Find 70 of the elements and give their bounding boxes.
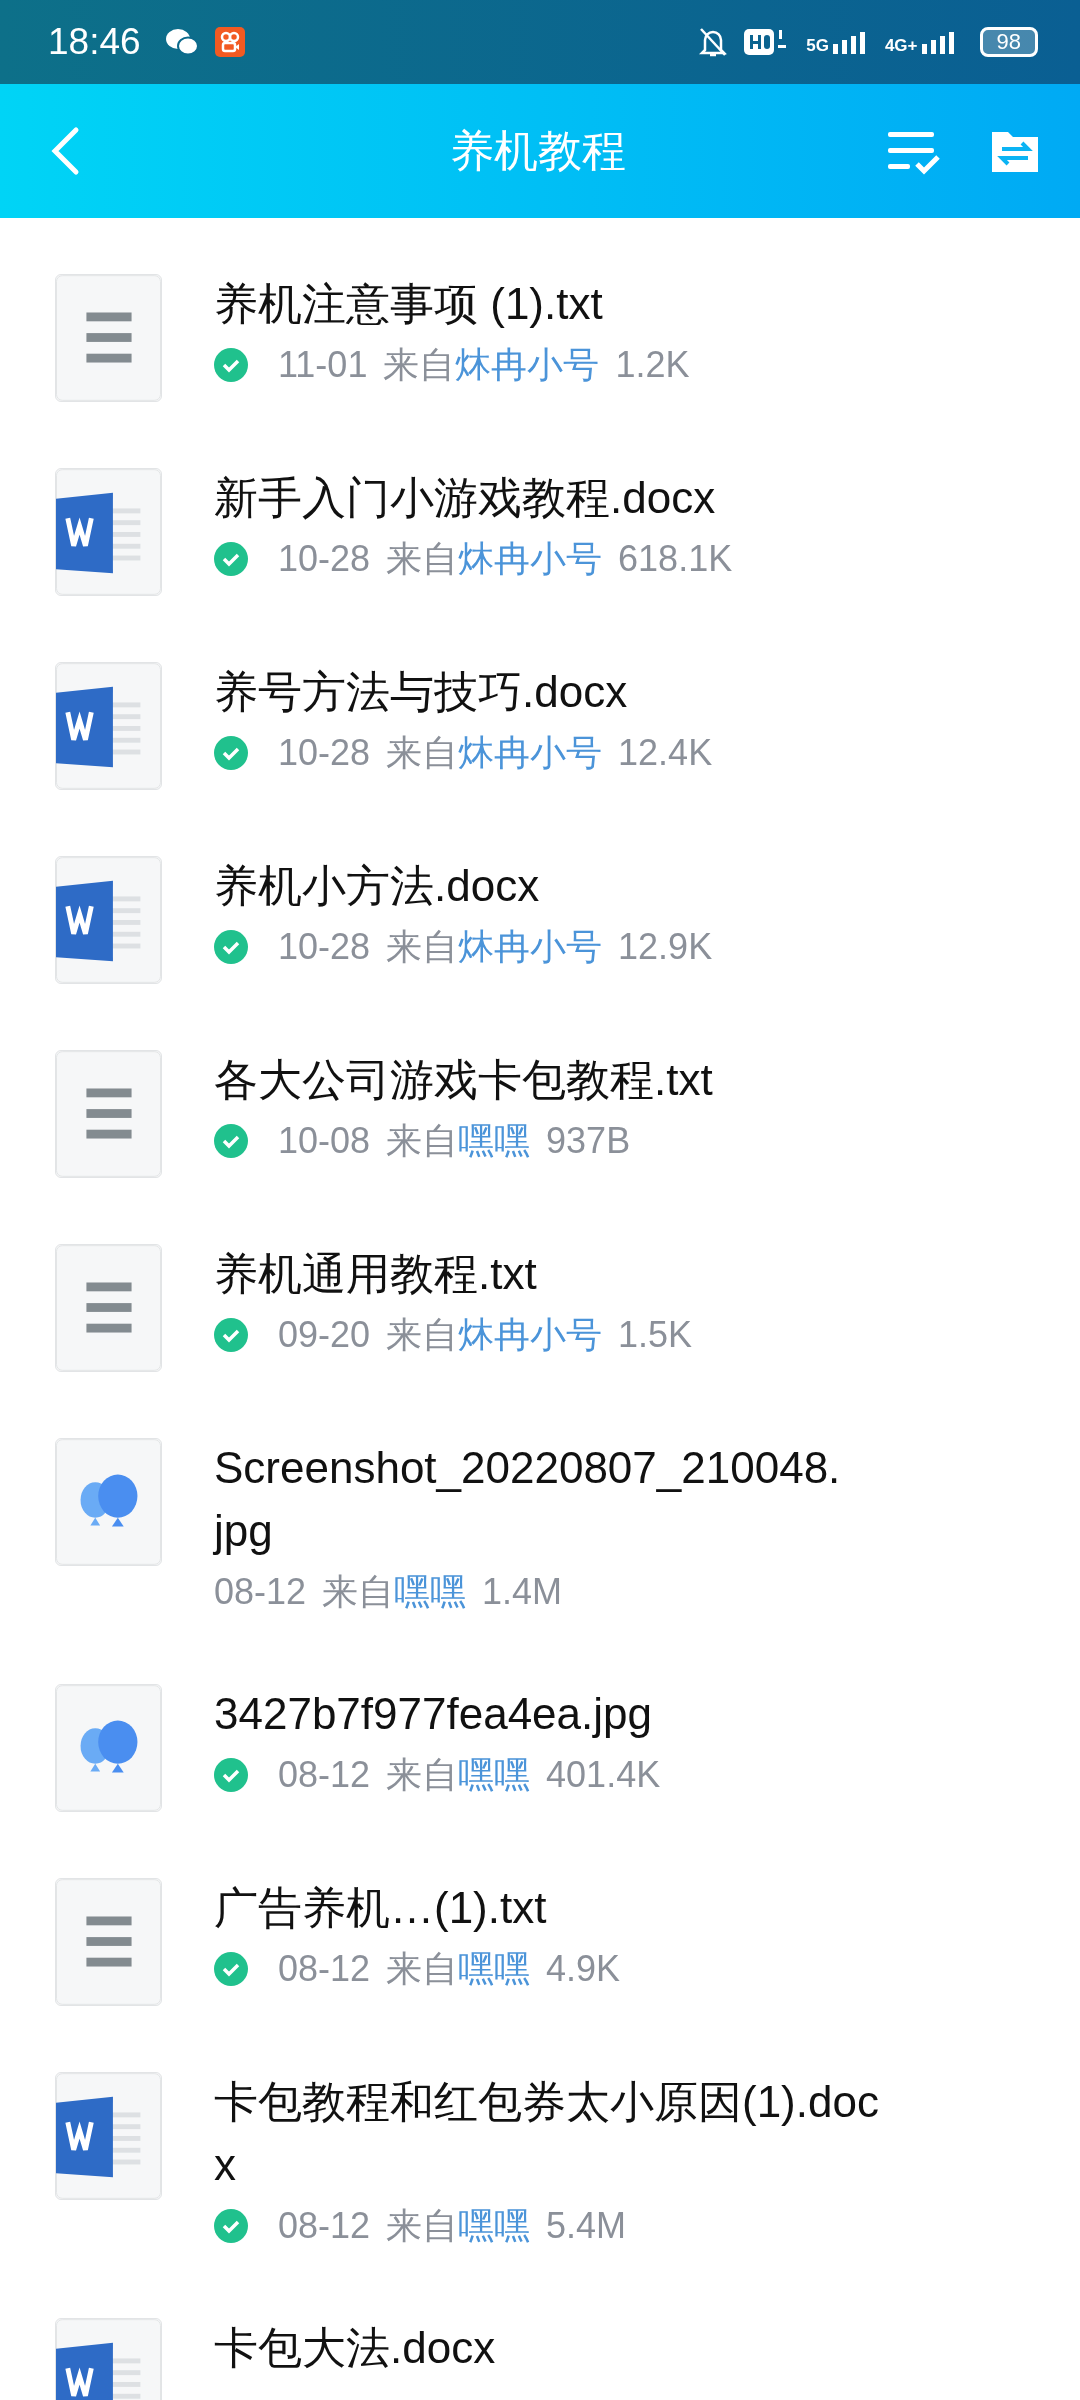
source-label: 来自 xyxy=(386,1119,459,1163)
balloons-icon xyxy=(55,1438,162,1566)
network-label: 4G+ xyxy=(884,37,918,54)
text-file-icon xyxy=(55,1050,162,1178)
network-label: 5G xyxy=(806,37,829,54)
file-name: 各大公司游戏卡包教程.txt xyxy=(214,1054,713,1106)
bell-off-icon xyxy=(698,26,729,58)
file-name: 养号方法与技巧.docx xyxy=(214,666,629,718)
file-date: 10-28 xyxy=(278,537,371,581)
file-date: 10-28 xyxy=(278,731,371,775)
file-size: 1.4M xyxy=(482,1570,563,1614)
source-label: 来自 xyxy=(322,1570,395,1614)
source-label: 来自 xyxy=(386,1753,459,1797)
battery-indicator: 98 xyxy=(979,27,1038,57)
file-date: 08-12 xyxy=(278,2204,371,2248)
file-name: Screenshot_20220807_210048. jpg xyxy=(214,1442,841,1557)
sender-name: 嘿嘿 xyxy=(458,1753,531,1797)
file-size: 618.1K xyxy=(618,537,733,581)
source-label: 来自 xyxy=(386,537,459,581)
file-date: 10-28 xyxy=(278,925,371,969)
sender-name: 炑冉小号 xyxy=(458,925,603,969)
file-name: 养机注意事项 (1).txt xyxy=(214,278,604,330)
file-size: 4.9K xyxy=(546,1947,621,1991)
sender-name: 炑冉小号 xyxy=(458,731,603,775)
file-size: 401.4K xyxy=(546,1753,661,1797)
text-file-icon xyxy=(55,1878,162,2006)
file-date: 11-01 xyxy=(278,343,368,387)
file-date: 10-08 xyxy=(278,1119,371,1163)
back-button[interactable] xyxy=(50,126,80,176)
file-name: 卡包教程和红包券太小原因(1).doc x xyxy=(214,2076,879,2191)
file-date: 08-12 xyxy=(278,1947,371,1991)
source-label: 来自 xyxy=(386,731,459,775)
file-name: 卡包大法.docx xyxy=(214,2322,496,2374)
chat-icon xyxy=(164,28,199,56)
file-size: 1.5K xyxy=(618,1313,693,1357)
file-date: 09-20 xyxy=(278,1313,371,1357)
text-file-icon xyxy=(55,1244,162,1372)
source-label: 来自 xyxy=(383,343,456,387)
file-name: 养机通用教程.txt xyxy=(214,1248,538,1300)
word-document-icon xyxy=(55,662,162,790)
source-label: 来自 xyxy=(386,925,459,969)
app-icon xyxy=(214,27,245,57)
file-name: 新手入门小游戏教程.docx xyxy=(214,472,717,524)
word-document-icon xyxy=(55,2072,162,2200)
sender-name: 嘿嘿 xyxy=(458,1119,531,1163)
source-label: 来自 xyxy=(386,2204,459,2248)
file-date: 08-12 xyxy=(278,1753,371,1797)
balloons-icon xyxy=(55,1684,162,1812)
file-name: 3427b7f977fea4ea.jpg xyxy=(214,1688,653,1740)
sender-name: 炑冉小号 xyxy=(458,537,603,581)
page-title: 养机教程 xyxy=(449,125,627,177)
sender-name: 嘿嘿 xyxy=(458,2204,531,2248)
file-name: 广告养机…(1).txt xyxy=(214,1882,548,1934)
sender-name: 嘿嘿 xyxy=(394,1570,467,1614)
file-size: 12.9K xyxy=(618,925,713,969)
text-file-icon xyxy=(55,274,162,402)
word-document-icon xyxy=(55,856,162,984)
sender-name: 炑冉小号 xyxy=(458,1313,603,1357)
file-size: 5.4M xyxy=(546,2204,627,2248)
status-time: 18:46 xyxy=(48,20,141,65)
word-document-icon xyxy=(55,468,162,596)
sender-name: 炑冉小号 xyxy=(455,343,600,387)
sender-name: 嘿嘿 xyxy=(458,1947,531,1991)
source-label: 来自 xyxy=(386,1313,459,1357)
file-size: 1.2K xyxy=(615,343,690,387)
file-size: 937B xyxy=(546,1119,631,1163)
file-date: 08-12 xyxy=(214,1570,307,1614)
file-size: 12.4K xyxy=(618,731,713,775)
file-name: 养机小方法.docx xyxy=(214,860,541,912)
source-label: 来自 xyxy=(386,1947,459,1991)
